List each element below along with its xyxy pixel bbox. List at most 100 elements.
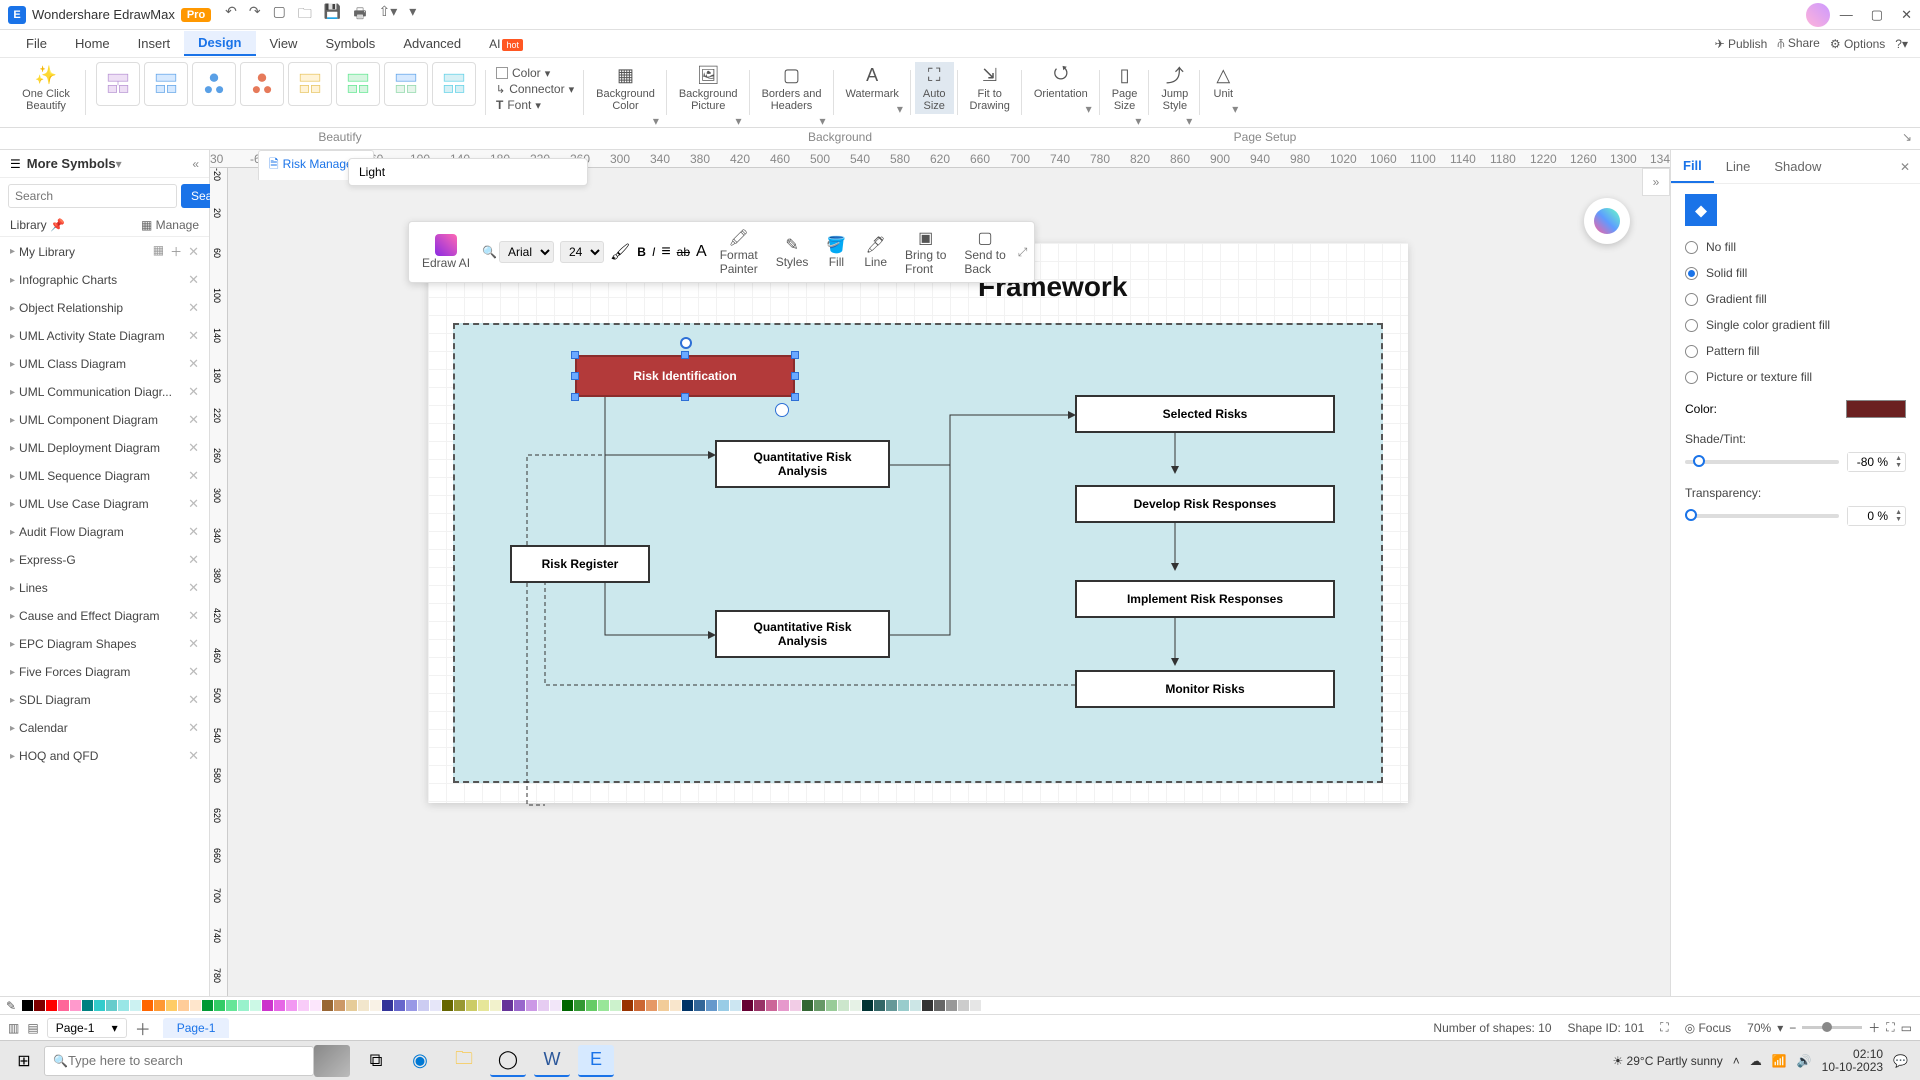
palette-swatch[interactable] <box>382 1000 393 1011</box>
palette-swatch[interactable] <box>706 1000 717 1011</box>
styles-button[interactable]: ✎Styles <box>770 233 815 271</box>
library-item[interactable]: ▸UML Communication Diagr...✕ <box>0 378 209 406</box>
palette-swatch[interactable] <box>238 1000 249 1011</box>
palette-swatch[interactable] <box>274 1000 285 1011</box>
library-item[interactable]: ▸Lines✕ <box>0 574 209 602</box>
rotate-handle-icon[interactable] <box>680 337 692 349</box>
palette-swatch[interactable] <box>790 1000 801 1011</box>
options-button[interactable]: ⚙ Options <box>1830 37 1885 51</box>
orientation-button[interactable]: ⭯Orientation <box>1026 62 1096 102</box>
palette-swatch[interactable] <box>502 1000 513 1011</box>
task-view-icon[interactable]: ⧉ <box>358 1045 394 1077</box>
help-icon[interactable]: ?▾ <box>1895 37 1908 51</box>
edraw-ai-button[interactable]: Edraw AI <box>416 232 476 272</box>
beautify-preset-8[interactable] <box>432 62 476 106</box>
palette-swatch[interactable] <box>874 1000 885 1011</box>
library-item[interactable]: ▸EPC Diagram Shapes✕ <box>0 630 209 658</box>
fit-width-icon[interactable]: ▭ <box>1901 1021 1912 1035</box>
palette-swatch[interactable] <box>310 1000 321 1011</box>
library-item[interactable]: ▸UML Activity State Diagram✕ <box>0 322 209 350</box>
connector-handle-icon[interactable] <box>775 403 789 417</box>
library-item[interactable]: ▸UML Use Case Diagram✕ <box>0 490 209 518</box>
float-toolbar-expand-icon[interactable]: ⤢ <box>1018 245 1028 260</box>
remove-library-icon[interactable]: ✕ <box>188 468 199 484</box>
selection-handle[interactable] <box>681 351 689 359</box>
user-avatar[interactable] <box>1806 3 1830 27</box>
explorer-icon[interactable]: 🗀 <box>446 1045 482 1077</box>
palette-swatch[interactable] <box>226 1000 237 1011</box>
canvas[interactable]: Light » Edraw AI 🔍Arial 24 🖌 B I ≡ ab A … <box>228 168 1670 996</box>
menu-design[interactable]: Design <box>184 31 255 56</box>
export-icon[interactable]: ⇧▾ <box>379 3 398 27</box>
palette-swatch[interactable] <box>478 1000 489 1011</box>
rp-tab-shadow[interactable]: Shadow <box>1762 151 1833 182</box>
taskbar-search[interactable]: 🔍 <box>44 1046 314 1076</box>
page-size-button[interactable]: ▯Page Size <box>1104 62 1146 114</box>
node-implement-responses[interactable]: Implement Risk Responses <box>1075 580 1335 618</box>
edge-icon[interactable]: ◉ <box>402 1045 438 1077</box>
redo-icon[interactable]: ↷ <box>249 3 261 27</box>
expand-right-panel-icon[interactable]: » <box>1642 168 1670 196</box>
node-develop-responses[interactable]: Develop Risk Responses <box>1075 485 1335 523</box>
palette-swatch[interactable] <box>298 1000 309 1011</box>
page-tab[interactable]: Page-1 <box>163 1018 230 1038</box>
fullscreen-icon[interactable]: ⛶ <box>1660 1020 1668 1035</box>
palette-swatch[interactable] <box>526 1000 537 1011</box>
palette-swatch[interactable] <box>442 1000 453 1011</box>
palette-swatch[interactable] <box>454 1000 465 1011</box>
palette-swatch[interactable] <box>682 1000 693 1011</box>
palette-swatch[interactable] <box>322 1000 333 1011</box>
clock[interactable]: 02:1010-10-2023 <box>1822 1048 1883 1074</box>
tray-expand-icon[interactable]: ˄ <box>1733 1054 1740 1068</box>
shade-slider[interactable] <box>1685 460 1839 464</box>
palette-swatch[interactable] <box>334 1000 345 1011</box>
bold-button[interactable]: B <box>637 243 646 261</box>
page-layout-icon[interactable]: ▥ <box>8 1021 19 1035</box>
ribbon-color-dropdown[interactable]: Color ▾ <box>496 66 574 80</box>
close-icon[interactable]: ✕ <box>1901 7 1912 23</box>
bring-front-button[interactable]: ▣Bring to Front <box>899 226 952 278</box>
grid-icon[interactable]: ▦ <box>153 243 164 260</box>
sidebar-collapse-icon[interactable]: « <box>192 157 199 171</box>
palette-swatch[interactable] <box>262 1000 273 1011</box>
add-icon[interactable]: ＋ <box>170 243 182 260</box>
palette-swatch[interactable] <box>166 1000 177 1011</box>
palette-swatch[interactable] <box>22 1000 33 1011</box>
library-item[interactable]: ▸Calendar✕ <box>0 714 209 742</box>
font-select[interactable]: Arial <box>499 241 554 263</box>
palette-swatch[interactable] <box>70 1000 81 1011</box>
palette-swatch[interactable] <box>814 1000 825 1011</box>
palette-swatch[interactable] <box>130 1000 141 1011</box>
fill-option[interactable]: Picture or texture fill <box>1685 364 1906 390</box>
onedrive-icon[interactable]: ☁ <box>1750 1054 1762 1068</box>
remove-library-icon[interactable]: ✕ <box>188 496 199 512</box>
save-icon[interactable]: 💾 <box>324 3 341 27</box>
palette-swatch[interactable] <box>910 1000 921 1011</box>
diagram-frame[interactable]: Risk Identification Quantitative Risk An… <box>453 323 1383 783</box>
palette-swatch[interactable] <box>670 1000 681 1011</box>
palette-swatch[interactable] <box>598 1000 609 1011</box>
start-button[interactable]: ⊞ <box>4 1051 44 1071</box>
jump-style-button[interactable]: ⤴Jump Style <box>1153 62 1196 114</box>
palette-swatch[interactable] <box>838 1000 849 1011</box>
palette-swatch[interactable] <box>946 1000 957 1011</box>
fill-option[interactable]: Pattern fill <box>1685 338 1906 364</box>
beautify-preset-7[interactable] <box>384 62 428 106</box>
library-item[interactable]: ▸Audit Flow Diagram✕ <box>0 518 209 546</box>
node-monitor-risks[interactable]: Monitor Risks <box>1075 670 1335 708</box>
palette-swatch[interactable] <box>406 1000 417 1011</box>
remove-library-icon[interactable]: ✕ <box>188 720 199 736</box>
remove-library-icon[interactable]: ✕ <box>188 608 199 624</box>
open-icon[interactable]: 🗀 <box>298 3 312 27</box>
remove-library-icon[interactable]: ✕ <box>188 244 199 260</box>
zoom-out-button[interactable]: − <box>1789 1021 1796 1035</box>
palette-swatch[interactable] <box>94 1000 105 1011</box>
palette-swatch[interactable] <box>586 1000 597 1011</box>
weather-widget[interactable]: ☀ 29°C Partly sunny <box>1612 1054 1722 1068</box>
selection-handle[interactable] <box>571 351 579 359</box>
palette-swatch[interactable] <box>82 1000 93 1011</box>
share-button[interactable]: ⫚ Share <box>1777 36 1820 51</box>
fill-option[interactable]: Gradient fill <box>1685 286 1906 312</box>
node-selected-risks[interactable]: Selected Risks <box>1075 395 1335 433</box>
selection-handle[interactable] <box>571 393 579 401</box>
